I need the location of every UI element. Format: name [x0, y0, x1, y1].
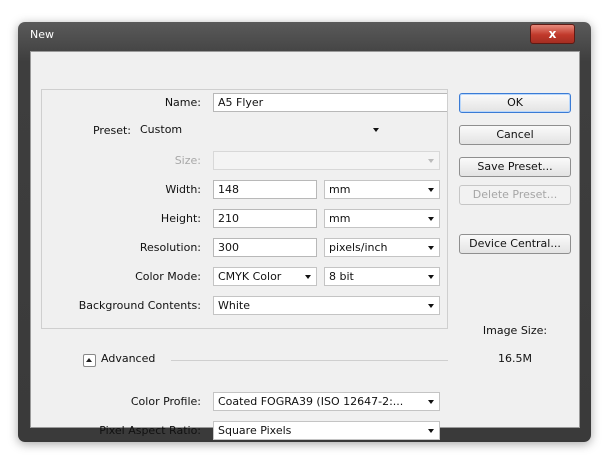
advanced-toggle[interactable]	[83, 354, 96, 367]
image-size-value: 16.5M	[498, 352, 532, 365]
chevron-down-icon	[373, 128, 379, 132]
delete-preset-button[interactable]: Delete Preset...	[459, 185, 571, 205]
dialog-window: New x Name: A5 Flyer Preset: Custom Size…	[18, 22, 591, 442]
background-contents-select[interactable]: White	[213, 296, 440, 315]
height-label: Height:	[160, 212, 201, 225]
resolution-label: Resolution:	[139, 241, 201, 254]
width-unit-select[interactable]: mm	[324, 180, 440, 199]
chevron-down-icon	[305, 275, 311, 279]
cancel-button[interactable]: Cancel	[459, 125, 571, 145]
color-profile-label: Color Profile:	[130, 395, 201, 408]
chevron-down-icon	[428, 429, 434, 433]
bit-depth-value: 8 bit	[329, 270, 354, 283]
save-preset-button[interactable]: Save Preset...	[459, 157, 571, 177]
height-unit-value: mm	[329, 212, 351, 225]
chevron-down-icon	[428, 188, 434, 192]
image-size-label: Image Size:	[482, 324, 548, 337]
device-central-button[interactable]: Device Central...	[459, 234, 571, 254]
chevron-down-icon	[428, 246, 434, 250]
pixel-aspect-ratio-select[interactable]: Square Pixels	[213, 421, 440, 440]
resolution-unit-select[interactable]: pixels/inch	[324, 238, 440, 257]
height-field[interactable]: 210	[213, 209, 317, 228]
advanced-divider	[171, 360, 448, 361]
close-icon: x	[548, 27, 557, 41]
bit-depth-select[interactable]: 8 bit	[324, 267, 440, 286]
color-mode-select[interactable]: CMYK Color	[213, 267, 317, 286]
preset-select[interactable]: Custom	[135, 120, 385, 139]
width-unit-value: mm	[329, 183, 351, 196]
chevron-down-icon	[428, 159, 434, 163]
resolution-unit-value: pixels/inch	[329, 241, 388, 254]
close-button[interactable]: x	[530, 24, 575, 44]
chevron-down-icon	[428, 275, 434, 279]
background-contents-value: White	[218, 299, 250, 312]
color-mode-label: Color Mode:	[135, 270, 201, 283]
width-label: Width:	[165, 183, 201, 196]
size-label: Size:	[174, 154, 201, 167]
pixel-aspect-ratio-label: Pixel Aspect Ratio:	[99, 424, 201, 437]
chevron-down-icon	[428, 400, 434, 404]
preset-value: Custom	[140, 123, 183, 136]
height-unit-select[interactable]: mm	[324, 209, 440, 228]
advanced-label: Advanced	[101, 352, 156, 365]
color-profile-value: Coated FOGRA39 (ISO 12647-2:...	[218, 395, 404, 408]
width-field[interactable]: 148	[213, 180, 317, 199]
size-select[interactable]	[213, 151, 440, 170]
height-value: 210	[218, 212, 239, 225]
resolution-value: 300	[218, 241, 239, 254]
pixel-aspect-ratio-value: Square Pixels	[218, 424, 292, 437]
ok-button[interactable]: OK	[459, 93, 571, 113]
chevron-down-icon	[428, 304, 434, 308]
background-contents-label: Background Contents:	[78, 299, 201, 312]
chevron-down-icon	[428, 217, 434, 221]
color-profile-select[interactable]: Coated FOGRA39 (ISO 12647-2:...	[213, 392, 440, 411]
window-title: New	[30, 28, 54, 41]
color-mode-value: CMYK Color	[218, 270, 282, 283]
preset-label: Preset:	[45, 124, 133, 137]
dialog-client-area: Name: A5 Flyer Preset: Custom Size: Widt…	[30, 51, 580, 440]
width-value: 148	[218, 183, 239, 196]
resolution-field[interactable]: 300	[213, 238, 317, 257]
